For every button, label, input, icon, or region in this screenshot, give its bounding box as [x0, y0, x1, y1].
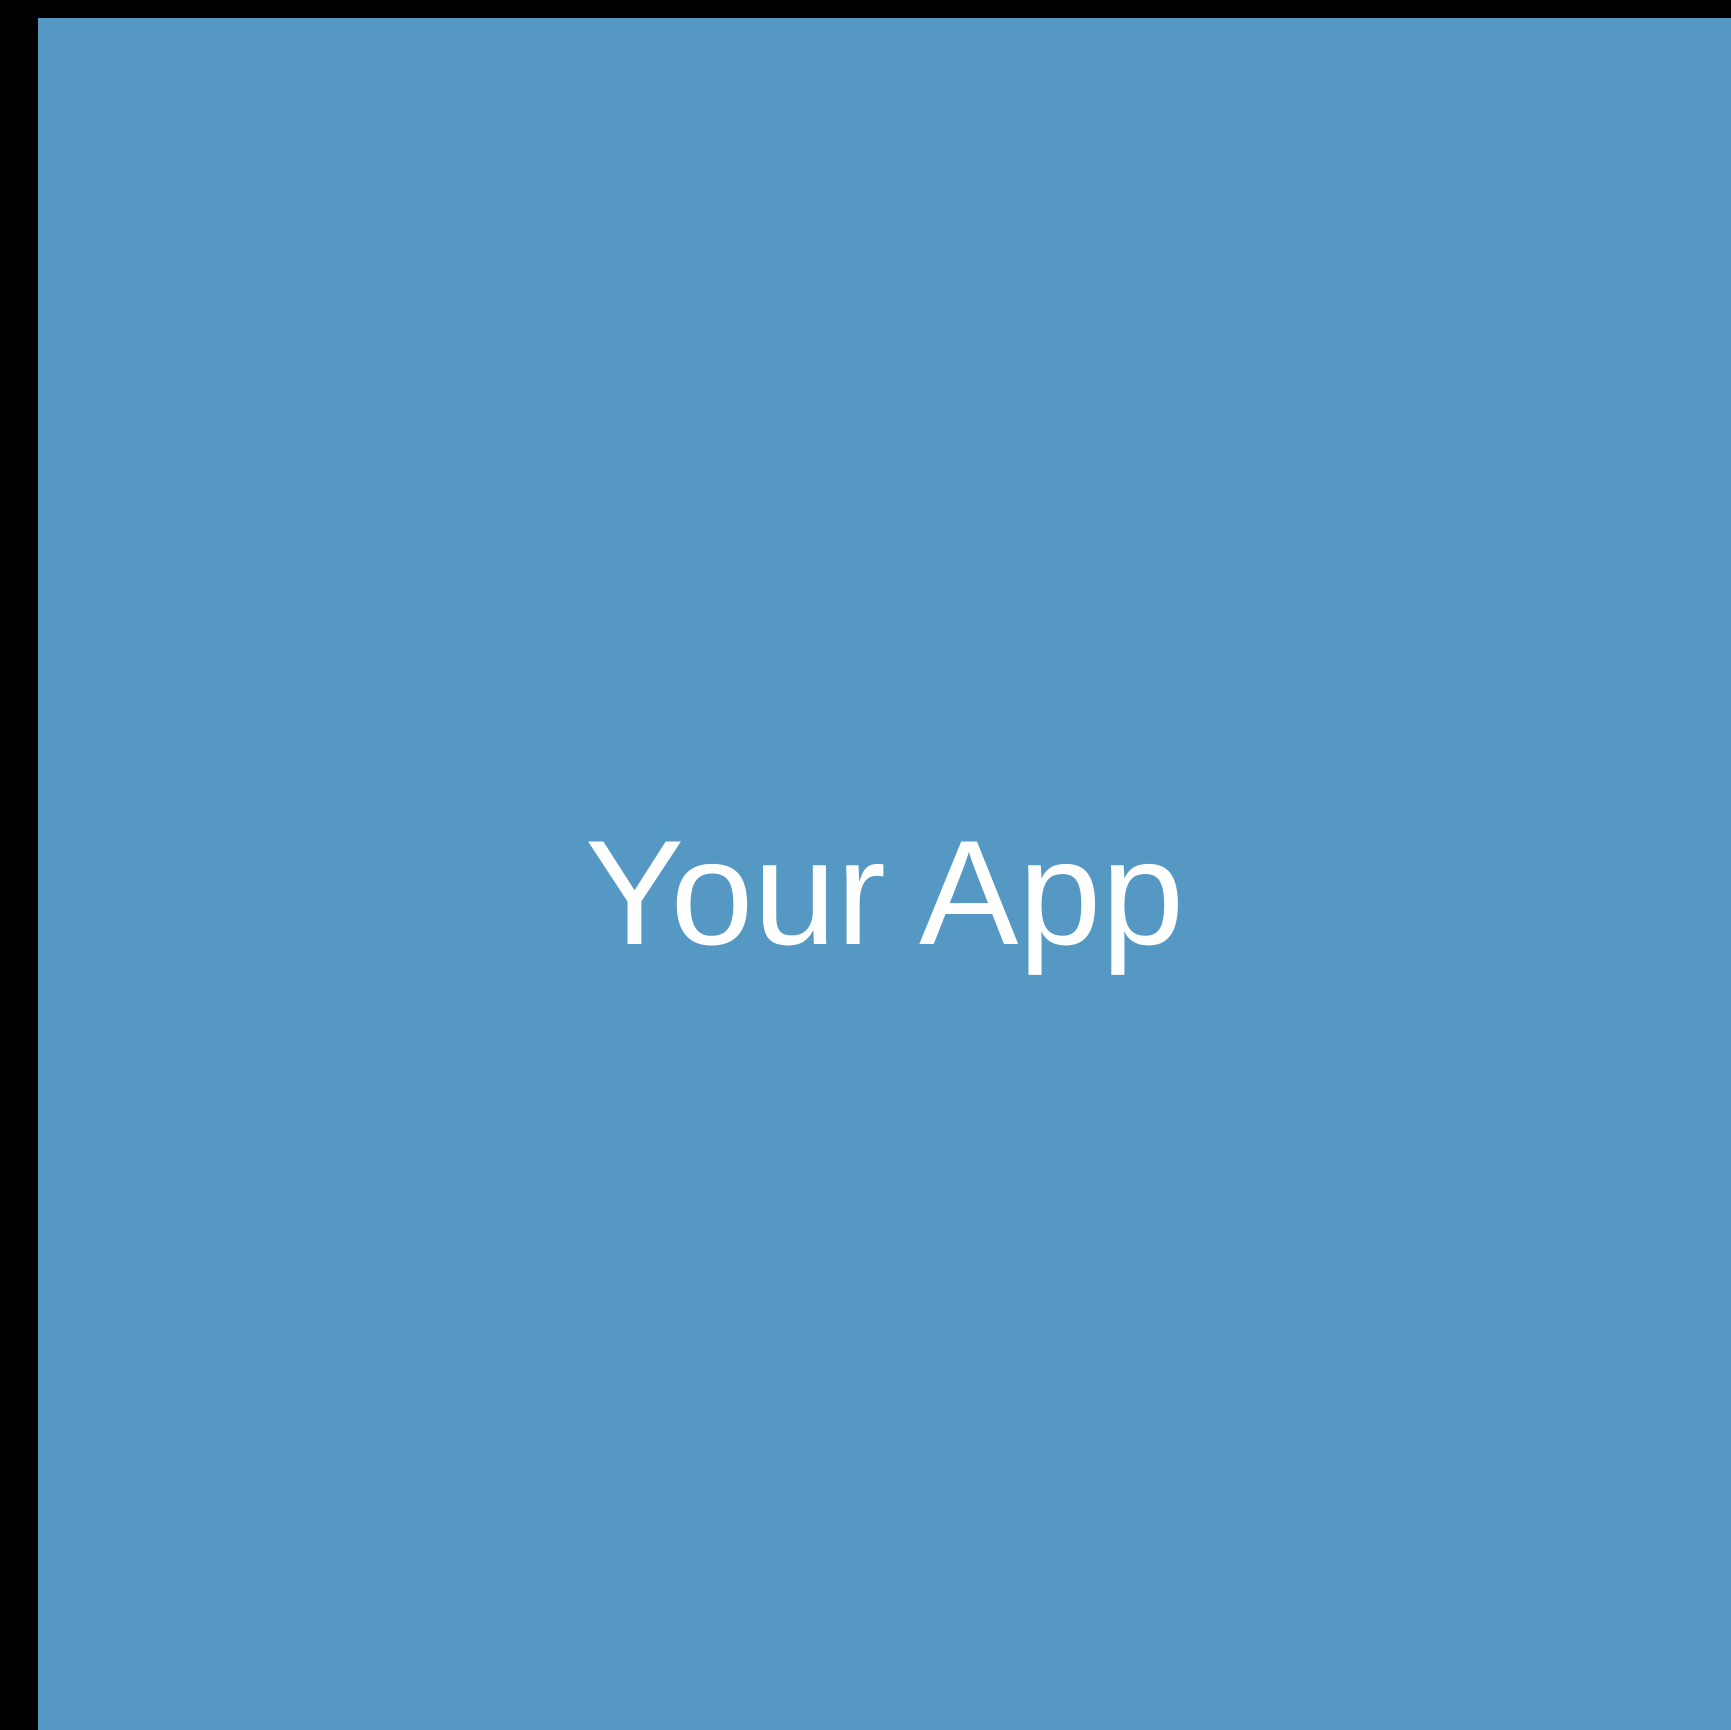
- screen-frame: Your App: [0, 0, 1731, 1730]
- app-panel: Your App: [38, 18, 1731, 1730]
- app-title: Your App: [584, 809, 1185, 976]
